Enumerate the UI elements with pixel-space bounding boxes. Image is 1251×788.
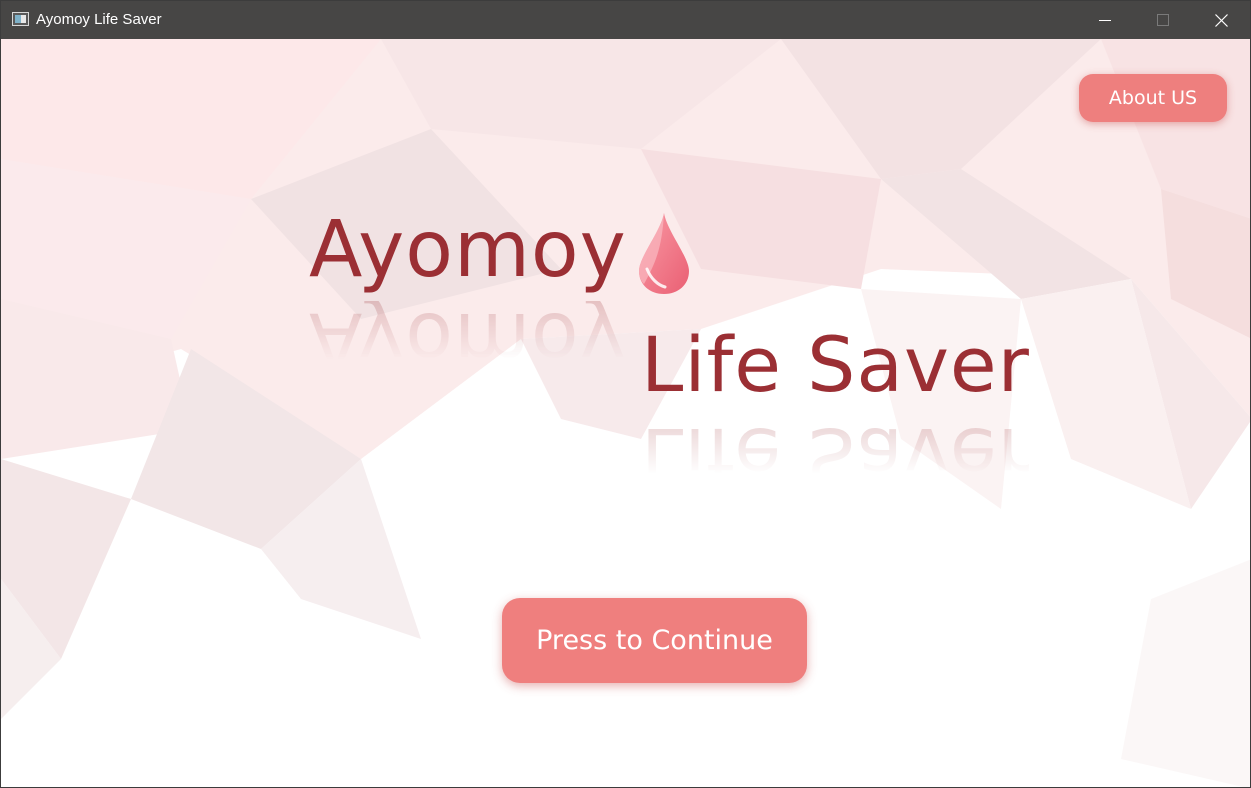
window-title: Ayomoy Life Saver: [36, 11, 162, 28]
maximize-icon: [1157, 14, 1169, 26]
logo-word-ayomoy-reflection: Ayomoy: [309, 295, 627, 385]
blood-drop-icon: [639, 213, 689, 294]
title-bar[interactable]: Ayomoy Life Saver: [1, 1, 1250, 39]
main-content: Ayomoy Life Saver Ayomoy Life Saver Abou…: [1, 39, 1250, 787]
about-us-button[interactable]: About US: [1079, 74, 1227, 122]
maximize-button[interactable]: [1134, 1, 1192, 39]
minimize-icon: [1099, 20, 1111, 21]
app-window: Ayomoy Life Saver Ayomoy Life Saver Ayom…: [0, 0, 1251, 788]
logo-word-lifesaver-reflection: Life Saver: [641, 411, 1030, 500]
logo-word-ayomoy: Ayomoy: [309, 205, 627, 295]
logo-word-lifesaver: Life Saver: [641, 320, 1030, 409]
app-window-icon: [12, 12, 29, 26]
minimize-button[interactable]: [1076, 1, 1134, 39]
continue-button[interactable]: Press to Continue: [502, 598, 807, 683]
close-icon: [1214, 13, 1228, 27]
close-button[interactable]: [1192, 1, 1250, 39]
